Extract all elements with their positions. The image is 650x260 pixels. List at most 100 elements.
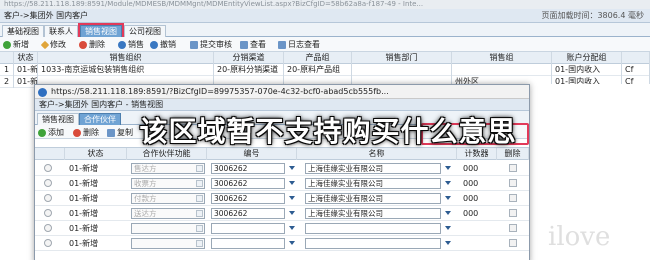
chevron-down-icon	[196, 210, 203, 217]
view-button[interactable]: 查看	[240, 39, 266, 50]
table-row[interactable]: 01-新增 付款方 3006262 上海佳缘实业有限公司 000	[35, 191, 529, 206]
popup-breadcrumb: 客户->集团外 国内客户 - 销售视图	[35, 99, 529, 111]
table-header: 状态 销售组织 分销渠道 产品组 销售部门 销售组 账户分配组	[0, 52, 650, 64]
partner-name-field[interactable]	[305, 238, 441, 249]
partner-number-field[interactable]	[211, 238, 285, 249]
dropdown-arrow-icon[interactable]	[289, 211, 295, 215]
partner-name-field[interactable]	[305, 223, 441, 234]
add-icon	[3, 40, 11, 49]
add-button[interactable]: 新增	[3, 39, 29, 50]
watermark: ilove	[548, 222, 611, 252]
partner-number-field[interactable]: 3006262	[211, 193, 285, 204]
table-row[interactable]: 01-新增 收票方 3006262 上海佳缘实业有限公司 000	[35, 176, 529, 191]
sales-button[interactable]: 销售	[118, 39, 144, 50]
chevron-down-icon	[196, 195, 203, 202]
revoke-icon	[150, 40, 158, 49]
partner-number-field[interactable]	[211, 223, 285, 234]
tab-sales-view[interactable]: 销售视图	[37, 113, 79, 125]
table-row[interactable]: 1 01-新增 1033-南京运城包装销售组织 20-原料分销渠道 20-原料产…	[0, 64, 650, 76]
partner-number-field[interactable]: 3006262	[211, 208, 285, 219]
column-header: 销售组	[452, 52, 552, 64]
column-header-select	[35, 148, 65, 160]
row-radio[interactable]	[44, 239, 52, 247]
column-header	[622, 52, 650, 64]
breadcrumb: 客户->集团外 国内客户 页面加载时间：3806.4 毫秒	[0, 9, 650, 23]
table-row[interactable]: 01-新增 售达方 3006262 上海佳缘实业有限公司 000	[35, 161, 529, 176]
row-radio[interactable]	[44, 194, 52, 202]
revoke-button[interactable]: 撤销	[150, 39, 176, 50]
tab-company-view[interactable]: 公司视图	[124, 25, 166, 37]
column-header: 销售组织	[38, 52, 214, 64]
partner-function-select[interactable]: 付款方	[131, 193, 205, 204]
view-icon	[240, 40, 248, 49]
column-header	[0, 52, 14, 64]
tab-sales-view[interactable]: 销售视图	[80, 25, 122, 37]
tab-contacts[interactable]: 联系人	[44, 25, 78, 37]
row-radio[interactable]	[44, 179, 52, 187]
partner-function-select[interactable]	[131, 238, 205, 249]
partner-number-field[interactable]: 3006262	[211, 163, 285, 174]
delete-checkbox[interactable]	[509, 224, 517, 232]
partner-function-select[interactable]: 售达方	[131, 163, 205, 174]
delete-button[interactable]: 删除	[79, 39, 105, 50]
partner-name-field[interactable]: 上海佳缘实业有限公司	[305, 208, 441, 219]
edit-icon	[40, 40, 50, 49]
dropdown-arrow-icon[interactable]	[445, 181, 451, 185]
delete-checkbox[interactable]	[509, 179, 517, 187]
dropdown-arrow-icon[interactable]	[445, 241, 451, 245]
row-radio[interactable]	[44, 224, 52, 232]
chevron-down-icon	[196, 165, 203, 172]
log-icon	[278, 40, 286, 49]
popup-title-bar: https://58.211.118.189:8591/?BizCfgID=89…	[35, 85, 529, 99]
delete-checkbox[interactable]	[509, 194, 517, 202]
delete-button[interactable]: 删除	[73, 127, 99, 138]
column-header: 分销渠道	[214, 52, 284, 64]
add-icon	[38, 128, 46, 137]
table-row[interactable]: 01-新增	[35, 236, 529, 251]
add-button[interactable]: 添加	[38, 127, 64, 138]
dropdown-arrow-icon[interactable]	[289, 226, 295, 230]
submit-review-button[interactable]: 提交审核	[190, 39, 232, 50]
dropdown-arrow-icon[interactable]	[289, 166, 295, 170]
dropdown-arrow-icon[interactable]	[445, 166, 451, 170]
dropdown-arrow-icon[interactable]	[289, 181, 295, 185]
delete-checkbox[interactable]	[509, 239, 517, 247]
dropdown-arrow-icon[interactable]	[289, 241, 295, 245]
page-load-info: 页面加载时间：3806.4 毫秒	[541, 11, 644, 20]
popup-url: https://58.211.118.189:8591/?BizCfgID=89…	[51, 87, 389, 96]
browser-icon	[38, 88, 47, 97]
browser-address-bar[interactable]: https://58.211.118.189:8591/Module/MDMES…	[0, 0, 650, 9]
table-row[interactable]: 01-新增 送达方 3006262 上海佳缘实业有限公司 000	[35, 206, 529, 221]
dropdown-arrow-icon[interactable]	[445, 226, 451, 230]
partner-name-field[interactable]: 上海佳缘实业有限公司	[305, 163, 441, 174]
sales-icon	[118, 40, 126, 49]
partner-function-select[interactable]: 收票方	[131, 178, 205, 189]
log-view-button[interactable]: 日志查看	[278, 39, 320, 50]
delete-checkbox[interactable]	[509, 209, 517, 217]
row-radio[interactable]	[44, 164, 52, 172]
partner-function-select[interactable]: 送达方	[131, 208, 205, 219]
row-radio[interactable]	[44, 209, 52, 217]
dropdown-arrow-icon[interactable]	[445, 196, 451, 200]
column-header: 状态	[14, 52, 38, 64]
partner-number-field[interactable]: 3006262	[211, 178, 285, 189]
tab-bar: 基础视图 联系人 销售视图 公司视图	[0, 23, 650, 37]
overlay-caption: 该区域暂不支持购买什么意思	[139, 115, 517, 148]
delete-icon	[79, 40, 87, 49]
chevron-down-icon	[196, 240, 203, 247]
breadcrumb-text: 客户->集团外 国内客户	[4, 11, 89, 20]
column-header: 销售部门	[352, 52, 452, 64]
table-row[interactable]: 01-新增	[35, 221, 529, 236]
dropdown-arrow-icon[interactable]	[289, 196, 295, 200]
chevron-down-icon	[196, 180, 203, 187]
dropdown-arrow-icon[interactable]	[445, 211, 451, 215]
screenshot: { "back_window": { "url": "https://58.21…	[0, 0, 650, 260]
delete-checkbox[interactable]	[509, 164, 517, 172]
partner-function-select[interactable]	[131, 223, 205, 234]
chevron-down-icon	[196, 225, 203, 232]
partner-name-field[interactable]: 上海佳缘实业有限公司	[305, 193, 441, 204]
partner-name-field[interactable]: 上海佳缘实业有限公司	[305, 178, 441, 189]
edit-button[interactable]: 修改	[40, 39, 66, 50]
tab-basic-view[interactable]: 基础视图	[2, 25, 44, 37]
submit-icon	[190, 40, 198, 49]
